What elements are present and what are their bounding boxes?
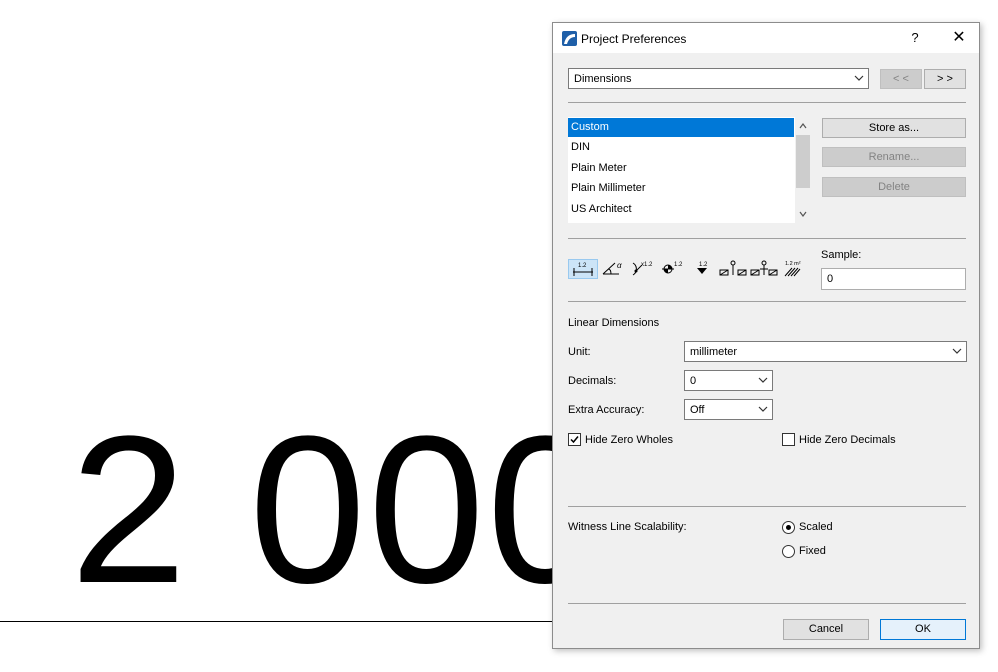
unit-select-value: millimeter — [690, 346, 738, 358]
elevation-dimension-icon[interactable]: 1.2 — [692, 259, 714, 279]
dimension-standards-list[interactable]: Custom DIN Plain Meter Plain Millimeter … — [568, 117, 811, 223]
decimals-label: Decimals: — [568, 375, 617, 387]
scrollbar-thumb[interactable] — [796, 135, 810, 188]
chevron-down-icon — [952, 348, 962, 354]
title-bar[interactable]: Project Preferences ? ✕ — [553, 23, 979, 53]
close-button[interactable]: ✕ — [946, 27, 972, 49]
separator — [568, 238, 966, 239]
linear-dimensions-heading: Linear Dimensions — [568, 317, 660, 329]
archicad-app-icon — [562, 31, 577, 46]
list-item-plain-millimeter[interactable]: Plain Millimeter — [568, 179, 794, 198]
cancel-button[interactable]: Cancel — [783, 619, 869, 640]
separator — [568, 301, 966, 302]
level-dimension-icon[interactable]: 1.2 — [661, 259, 687, 279]
sill-height-dimension-icon[interactable] — [749, 259, 779, 279]
separator — [568, 506, 966, 507]
sample-field: 0 — [821, 268, 966, 290]
page-select-value: Dimensions — [574, 73, 632, 85]
checkmark-icon — [570, 436, 579, 444]
list-item-din[interactable]: DIN — [568, 138, 794, 157]
list-item-plain-meter[interactable]: Plain Meter — [568, 159, 794, 178]
help-button[interactable]: ? — [903, 27, 927, 49]
delete-button[interactable]: Delete — [822, 177, 966, 197]
dimension-value-text: 2 000 — [70, 392, 606, 627]
decimals-select[interactable]: 0 — [684, 370, 773, 391]
chevron-down-icon — [758, 377, 768, 383]
hide-zero-wholes-checkbox[interactable] — [568, 433, 581, 446]
svg-text:1.2: 1.2 — [699, 262, 708, 268]
unit-select[interactable]: millimeter — [684, 341, 967, 362]
area-dimension-icon[interactable]: 1.2 m² — [782, 259, 808, 279]
chevron-down-icon — [758, 406, 768, 412]
decimals-select-value: 0 — [690, 375, 697, 387]
page-select[interactable]: Dimensions — [568, 68, 869, 89]
svg-text:1.2: 1.2 — [578, 263, 587, 269]
list-item-custom[interactable]: Custom — [568, 118, 794, 137]
project-preferences-dialog: Project Preferences ? ✕ Dimensions < < >… — [552, 22, 980, 649]
hide-zero-wholes-label[interactable]: Hide Zero Wholes — [585, 434, 673, 446]
witness-line-label: Witness Line Scalability: — [568, 521, 687, 533]
extra-accuracy-select-value: Off — [690, 404, 705, 416]
chevron-down-icon — [854, 75, 864, 81]
scaled-radio[interactable] — [782, 521, 795, 534]
scroll-down-icon[interactable] — [799, 210, 807, 218]
rename-button[interactable]: Rename... — [822, 147, 966, 167]
store-as-button[interactable]: Store as... — [822, 118, 966, 138]
door-window-dimension-icon[interactable] — [718, 259, 748, 279]
previous-page-button[interactable]: < < — [880, 69, 922, 89]
list-item-us-architect[interactable]: US Architect — [568, 200, 794, 219]
separator — [568, 603, 966, 604]
unit-label: Unit: — [568, 346, 591, 358]
scroll-up-icon[interactable] — [799, 122, 807, 130]
separator — [568, 102, 966, 103]
angle-dimension-icon[interactable]: α — [601, 259, 625, 279]
hide-zero-decimals-label[interactable]: Hide Zero Decimals — [799, 434, 896, 446]
extra-accuracy-label: Extra Accuracy: — [568, 404, 645, 416]
extra-accuracy-select[interactable]: Off — [684, 399, 773, 420]
dimension-line — [0, 621, 560, 622]
sample-value: 0 — [827, 273, 834, 285]
svg-text:1.2: 1.2 — [674, 262, 683, 268]
svg-text:1.2 m²: 1.2 m² — [785, 261, 801, 267]
fixed-radio-label[interactable]: Fixed — [799, 545, 826, 557]
list-scrollbar[interactable] — [795, 117, 811, 223]
fixed-radio[interactable] — [782, 545, 795, 558]
sample-label: Sample: — [821, 249, 862, 261]
scaled-radio-label[interactable]: Scaled — [799, 521, 833, 533]
linear-dimension-icon[interactable]: 1.2 — [568, 259, 598, 279]
svg-text:α: α — [617, 261, 622, 270]
hide-zero-decimals-checkbox[interactable] — [782, 433, 795, 446]
dialog-title: Project Preferences — [581, 32, 687, 46]
ok-button[interactable]: OK — [880, 619, 966, 640]
next-page-button[interactable]: > > — [924, 69, 966, 89]
radial-dimension-icon[interactable]: x1.2 — [629, 259, 657, 279]
svg-text:x1.2: x1.2 — [641, 262, 653, 268]
